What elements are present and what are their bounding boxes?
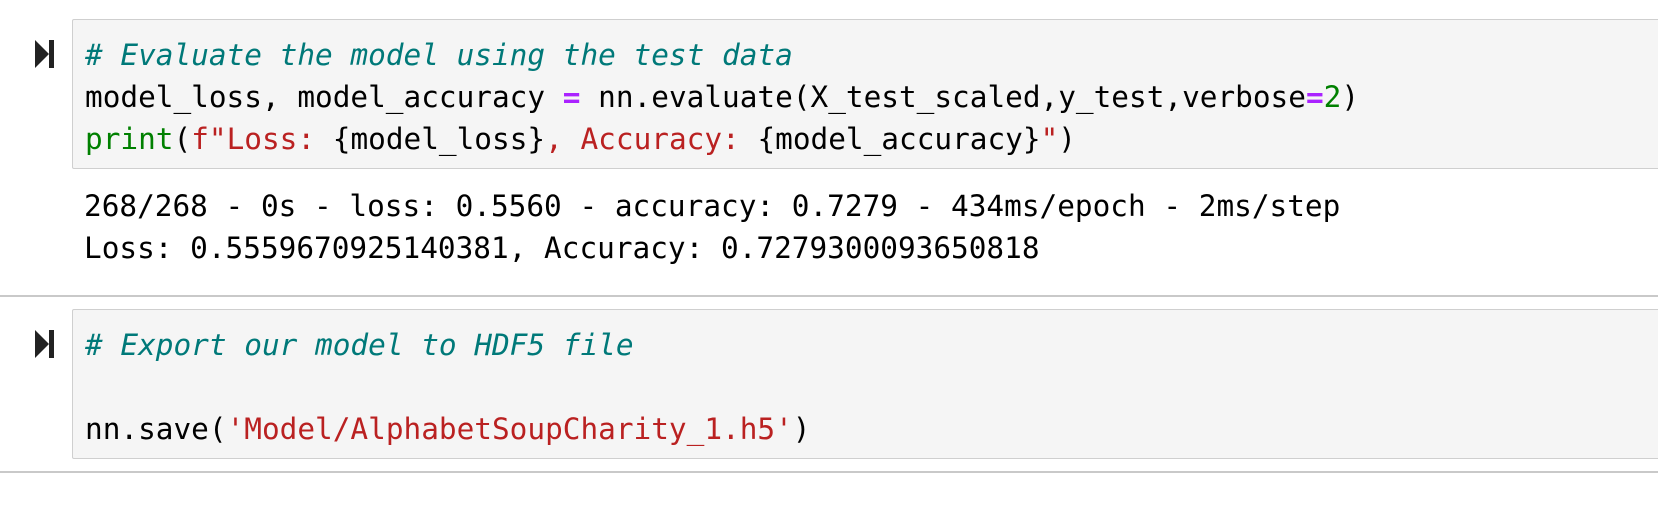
code-line: nn.save('Model/AlphabetSoupCharity_1.h5'…	[85, 408, 1658, 450]
code-text: {model_loss}	[332, 122, 546, 156]
code-line: # Evaluate the model using the test data	[85, 34, 1658, 76]
cell-divider	[0, 471, 1658, 473]
code-number: 2	[1323, 80, 1342, 114]
run-cell-icon	[35, 40, 54, 68]
code-text: )	[1058, 122, 1076, 156]
code-text: model_loss, model_accuracy	[85, 80, 563, 114]
run-cell-button[interactable]	[34, 39, 56, 69]
code-text: nn.save(	[85, 412, 227, 446]
run-cell-icon	[35, 330, 54, 358]
code-string: , Accuracy:	[545, 122, 758, 156]
code-text: )	[792, 412, 811, 446]
code-text: nn.evaluate(X_test_scaled,y_test,verbose	[580, 80, 1306, 114]
code-operator: =	[562, 80, 581, 114]
code-line: print(f"Loss: {model_loss}, Accuracy: {m…	[85, 118, 1658, 160]
cell-output: 268/268 - 0s - loss: 0.5560 - accuracy: …	[84, 185, 1340, 269]
code-string: "	[1040, 122, 1059, 156]
code-line: # Export our model to HDF5 file	[85, 324, 1658, 366]
code-builtin: print	[85, 122, 174, 156]
code-input-area[interactable]: # Export our model to HDF5 file nn.save(…	[72, 309, 1658, 459]
code-operator: =	[1305, 80, 1324, 114]
cell-divider	[0, 295, 1658, 297]
output-line: Loss: 0.5559670925140381, Accuracy: 0.72…	[84, 231, 1040, 265]
code-text: {model_accuracy}	[757, 122, 1041, 156]
notebook-cell-evaluate: # Evaluate the model using the test data…	[0, 0, 1658, 312]
code-comment: # Export our model to HDF5 file	[85, 328, 634, 362]
code-string: f"Loss:	[191, 122, 333, 156]
output-line: 268/268 - 0s - loss: 0.5560 - accuracy: …	[84, 189, 1341, 223]
run-cell-button[interactable]	[34, 329, 56, 359]
code-text: (	[173, 122, 192, 156]
code-text: )	[1341, 80, 1360, 114]
code-comment: # Evaluate the model using the test data	[85, 38, 793, 72]
code-line: model_loss, model_accuracy = nn.evaluate…	[85, 76, 1658, 118]
notebook-cell-export: # Export our model to HDF5 file nn.save(…	[0, 309, 1658, 502]
code-input-area[interactable]: # Evaluate the model using the test data…	[72, 19, 1658, 169]
code-string: 'Model/AlphabetSoupCharity_1.h5'	[226, 412, 793, 446]
